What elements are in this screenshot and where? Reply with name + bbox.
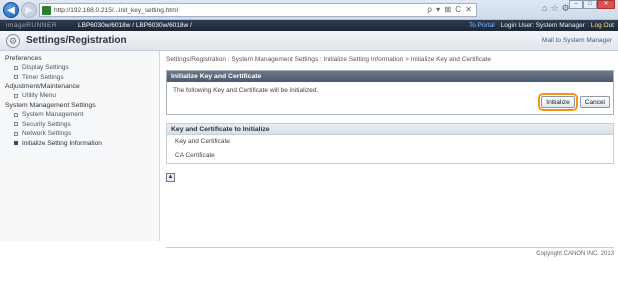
copyright: Copyright CANON INC. 2013 bbox=[536, 251, 614, 257]
page-top-icon[interactable]: ▲ bbox=[166, 173, 175, 182]
device-logo: imageRUNNER bbox=[6, 22, 58, 29]
initialize-button[interactable]: Initialize bbox=[541, 96, 575, 108]
sidebar-item-label: Security Settings bbox=[22, 120, 71, 128]
minimize-icon[interactable]: – bbox=[569, 0, 583, 9]
settings-gear-icon: ⚙ bbox=[6, 34, 20, 48]
device-name: LBP6030w/6018w / LBP6030w/6018w / bbox=[78, 22, 192, 29]
bullet-icon bbox=[14, 112, 18, 117]
home-icon[interactable]: ⌂ bbox=[542, 3, 547, 14]
window-controls: – □ ✕ bbox=[569, 0, 615, 9]
address-bar[interactable]: http://192.168.0.215/...init_key_setting… bbox=[39, 3, 477, 17]
bullet-icon bbox=[14, 65, 18, 70]
bullet-icon bbox=[14, 131, 18, 136]
action-buttons: Initialize Cancel bbox=[538, 93, 610, 111]
sidebar-item-label: Display Settings bbox=[22, 64, 69, 72]
key-certificate-section: Key and Certificate to Initialize Key an… bbox=[166, 123, 614, 164]
cancel-button[interactable]: Cancel bbox=[579, 96, 610, 108]
footer-divider bbox=[166, 247, 614, 248]
sidebar-item-timer-settings[interactable]: Timer Settings bbox=[0, 73, 159, 83]
sidebar-item-label: Timer Settings bbox=[22, 73, 64, 81]
sidebar-item-security-settings[interactable]: Security Settings bbox=[0, 119, 159, 129]
title-bar: ⚙ Settings/Registration Mail to System M… bbox=[0, 31, 618, 51]
url-text: http://192.168.0.215/...init_key_setting… bbox=[54, 6, 178, 14]
logout-link[interactable]: Log Out bbox=[591, 22, 614, 29]
breadcrumb: Settings/Registration : System Managemen… bbox=[166, 56, 491, 63]
sidebar-item-label: Utility Menu bbox=[22, 92, 56, 100]
sidebar-item-utility-menu[interactable]: Utility Menu bbox=[0, 91, 159, 101]
sidebar-item-label: Initialize Setting Information bbox=[22, 139, 102, 147]
device-header: imageRUNNER LBP6030w/6018w / LBP6030w/60… bbox=[0, 20, 618, 31]
panel-title: Initialize Key and Certificate bbox=[167, 71, 613, 82]
list-item: CA Certificate bbox=[175, 152, 215, 159]
sidebar-item-network-settings[interactable]: Network Settings bbox=[0, 129, 159, 139]
sidebar-heading-system-management-settings: System Management Settings bbox=[5, 101, 96, 109]
portal-link[interactable]: To Portal bbox=[469, 22, 495, 29]
sidebar: Preferences Display Settings Timer Setti… bbox=[0, 51, 160, 241]
list-item: Key and Certificate bbox=[175, 138, 230, 145]
section-title: Key and Certificate to Initialize bbox=[167, 124, 613, 135]
bullet-icon bbox=[14, 141, 18, 146]
close-icon[interactable]: ✕ bbox=[597, 0, 615, 9]
mail-to-manager-link[interactable]: Mail to System Manager bbox=[542, 37, 612, 44]
main-content: Settings/Registration : System Managemen… bbox=[166, 51, 614, 182]
sidebar-item-display-settings[interactable]: Display Settings bbox=[0, 63, 159, 73]
sidebar-item-label: Network Settings bbox=[22, 130, 72, 138]
device-header-links: To Portal Login User: System Manager Log… bbox=[469, 22, 614, 29]
back-arrow-icon[interactable]: ◀ bbox=[3, 2, 19, 18]
panel-body: The following Key and Certificate will b… bbox=[167, 82, 613, 114]
sidebar-heading-adjustment: Adjustment/Maintenance bbox=[5, 83, 80, 91]
browser-tools: ⌂ ☆ ⚙ bbox=[542, 3, 570, 14]
address-tools[interactable]: ρ ▾ ⊠ C ✕ bbox=[427, 5, 473, 14]
bullet-icon bbox=[14, 75, 18, 80]
sidebar-heading-preferences: Preferences bbox=[5, 55, 42, 62]
sidebar-item-initialize-setting-information[interactable]: Initialize Setting Information bbox=[0, 139, 159, 149]
page-title: Settings/Registration bbox=[26, 35, 127, 46]
initialize-panel: Initialize Key and Certificate The follo… bbox=[166, 70, 614, 115]
browser-toolbar: ◀ ▶ http://192.168.0.215/...init_key_set… bbox=[0, 0, 618, 20]
forward-arrow-icon[interactable]: ▶ bbox=[21, 2, 37, 18]
favorites-star-icon[interactable]: ☆ bbox=[550, 3, 558, 14]
bullet-icon bbox=[14, 122, 18, 127]
highlight-ring: Initialize bbox=[538, 93, 578, 111]
login-user: Login User: System Manager bbox=[500, 22, 585, 29]
maximize-icon[interactable]: □ bbox=[583, 0, 597, 9]
sidebar-item-system-management[interactable]: System Management bbox=[0, 110, 159, 120]
bullet-icon bbox=[14, 93, 18, 98]
site-favicon-icon bbox=[42, 5, 51, 15]
sidebar-item-label: System Management bbox=[22, 111, 84, 119]
